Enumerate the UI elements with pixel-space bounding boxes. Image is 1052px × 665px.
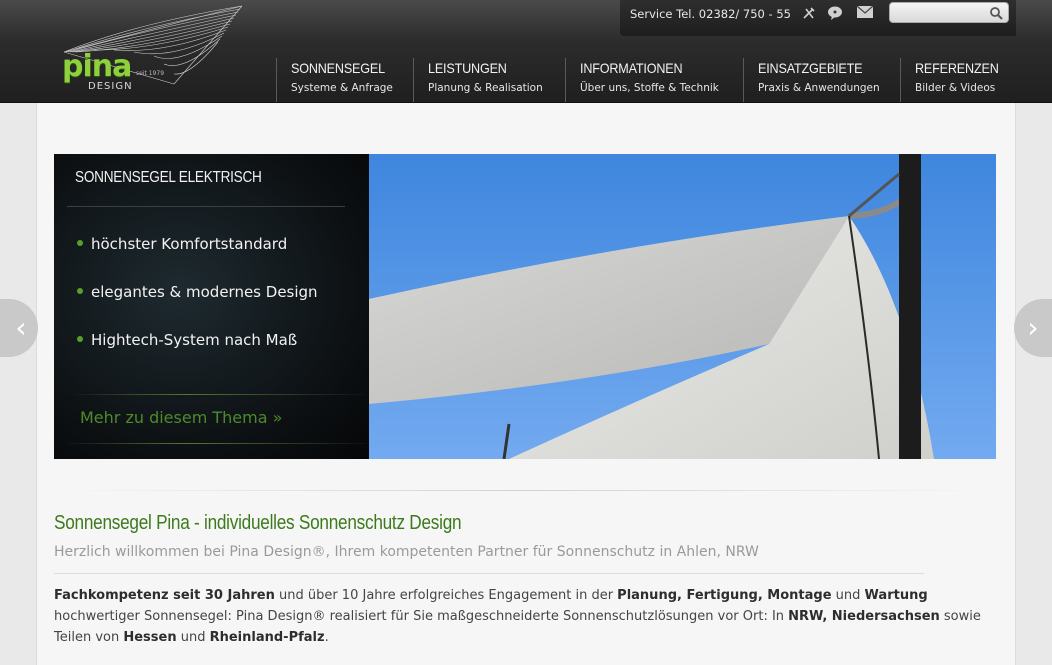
nav-item-informationen[interactable]: INFORMATIONEN Über uns, Stoffe & Technik <box>565 58 743 102</box>
more-link[interactable]: Mehr zu diesem Thema » <box>80 408 282 427</box>
nav-item-title: REFERENZEN <box>915 60 999 76</box>
nav-item-subtitle: Bilder & Videos <box>915 82 996 94</box>
slider-next-button[interactable]: › <box>1014 299 1052 357</box>
caption-divider <box>67 394 365 395</box>
text-bold: NRW, Niedersachsen <box>788 609 940 624</box>
intro-paragraph: Fachkompetenz seit 30 Jahren und über 10… <box>54 585 994 648</box>
slide-bullet: elegantes & modernes Design <box>77 282 318 302</box>
bullet-dot-icon <box>77 287 83 294</box>
logo-since: seit 1979 <box>136 70 165 77</box>
service-phone: Service Tel. 02382/ 750 - 55 <box>630 7 791 21</box>
nav-item-subtitle: Systeme & Anfrage <box>291 82 393 94</box>
nav-item-title: EINSATZGEBIETE <box>758 60 863 76</box>
nav-item-title: INFORMATIONEN <box>580 60 683 76</box>
text: und <box>176 630 210 645</box>
nav-item-subtitle: Planung & Realisation <box>428 82 543 94</box>
text-bold: Wartung <box>864 588 928 603</box>
nav-item-sonnensegel[interactable]: SONNENSEGEL Systeme & Anfrage <box>276 58 413 102</box>
section-divider <box>54 490 996 491</box>
page-title: Sonnensegel Pina - individuelles Sonnens… <box>54 512 462 534</box>
text-bold: Rheinland-Pfalz <box>209 630 325 645</box>
nav-item-leistungen[interactable]: LEISTUNGEN Planung & Realisation <box>413 58 565 102</box>
caption-divider <box>67 443 365 444</box>
logo-brand: pina <box>62 49 132 84</box>
content-divider <box>54 573 924 574</box>
search-icon[interactable] <box>989 5 1003 20</box>
text: . <box>324 630 329 645</box>
slide-bullet-text: Hightech-System nach Maß <box>91 331 298 349</box>
text: hochwertiger Sonnensegel: Pina Design® r… <box>54 609 789 624</box>
nav-item-einsatzgebiete[interactable]: EINSATZGEBIETE Praxis & Anwendungen <box>743 58 900 102</box>
nav-item-title: LEISTUNGEN <box>428 60 507 76</box>
search-input[interactable] <box>890 5 985 24</box>
slide-bullet-text: höchster Komfortstandard <box>91 235 288 253</box>
chat-icon[interactable] <box>826 5 844 21</box>
text-bold: Hessen <box>123 630 177 645</box>
nav-item-subtitle: Praxis & Anwendungen <box>758 82 880 94</box>
main-nav: SONNENSEGEL Systeme & Anfrage LEISTUNGEN… <box>276 58 1016 102</box>
sunsail-photo <box>369 154 996 459</box>
slide-bullet: höchster Komfortstandard <box>77 234 287 254</box>
text: und <box>831 588 865 603</box>
page-subtitle: Herzlich willkommen bei Pina Design®, Ih… <box>54 544 759 560</box>
logo[interactable]: pina seit 1979 DESIGN <box>54 4 244 98</box>
hero-slider: SONNENSEGEL ELEKTRISCH höchster Komforts… <box>54 154 996 459</box>
search-box <box>889 2 1009 24</box>
site-header: pina seit 1979 DESIGN Service Tel. 02382… <box>0 0 1052 103</box>
slide-title: SONNENSEGEL ELEKTRISCH <box>75 169 262 186</box>
text-bold: Planung, Fertigung, Montage <box>617 588 832 603</box>
bullet-dot-icon <box>77 239 83 246</box>
nav-item-title: SONNENSEGEL <box>291 60 385 76</box>
slide-bullet: Hightech-System nach Maß <box>77 330 297 350</box>
tools-icon[interactable] <box>800 5 818 21</box>
slide-caption-box: SONNENSEGEL ELEKTRISCH höchster Komforts… <box>54 154 369 459</box>
service-bar: Service Tel. 02382/ 750 - 55 <box>620 0 1016 36</box>
nav-item-referenzen[interactable]: REFERENZEN Bilder & Videos <box>900 58 1016 102</box>
slide-bullet-text: elegantes & modernes Design <box>91 283 318 301</box>
bullet-dot-icon <box>77 335 83 342</box>
nav-item-subtitle: Über uns, Stoffe & Technik <box>580 82 719 94</box>
logo-design: DESIGN <box>88 81 133 92</box>
text: und über 10 Jahre erfolgreiches Engageme… <box>274 588 618 603</box>
caption-divider <box>67 206 345 207</box>
slider-prev-button[interactable]: ‹ <box>0 299 38 357</box>
text-bold: Fachkompetenz seit 30 Jahren <box>54 588 275 603</box>
mail-icon[interactable] <box>856 5 874 21</box>
